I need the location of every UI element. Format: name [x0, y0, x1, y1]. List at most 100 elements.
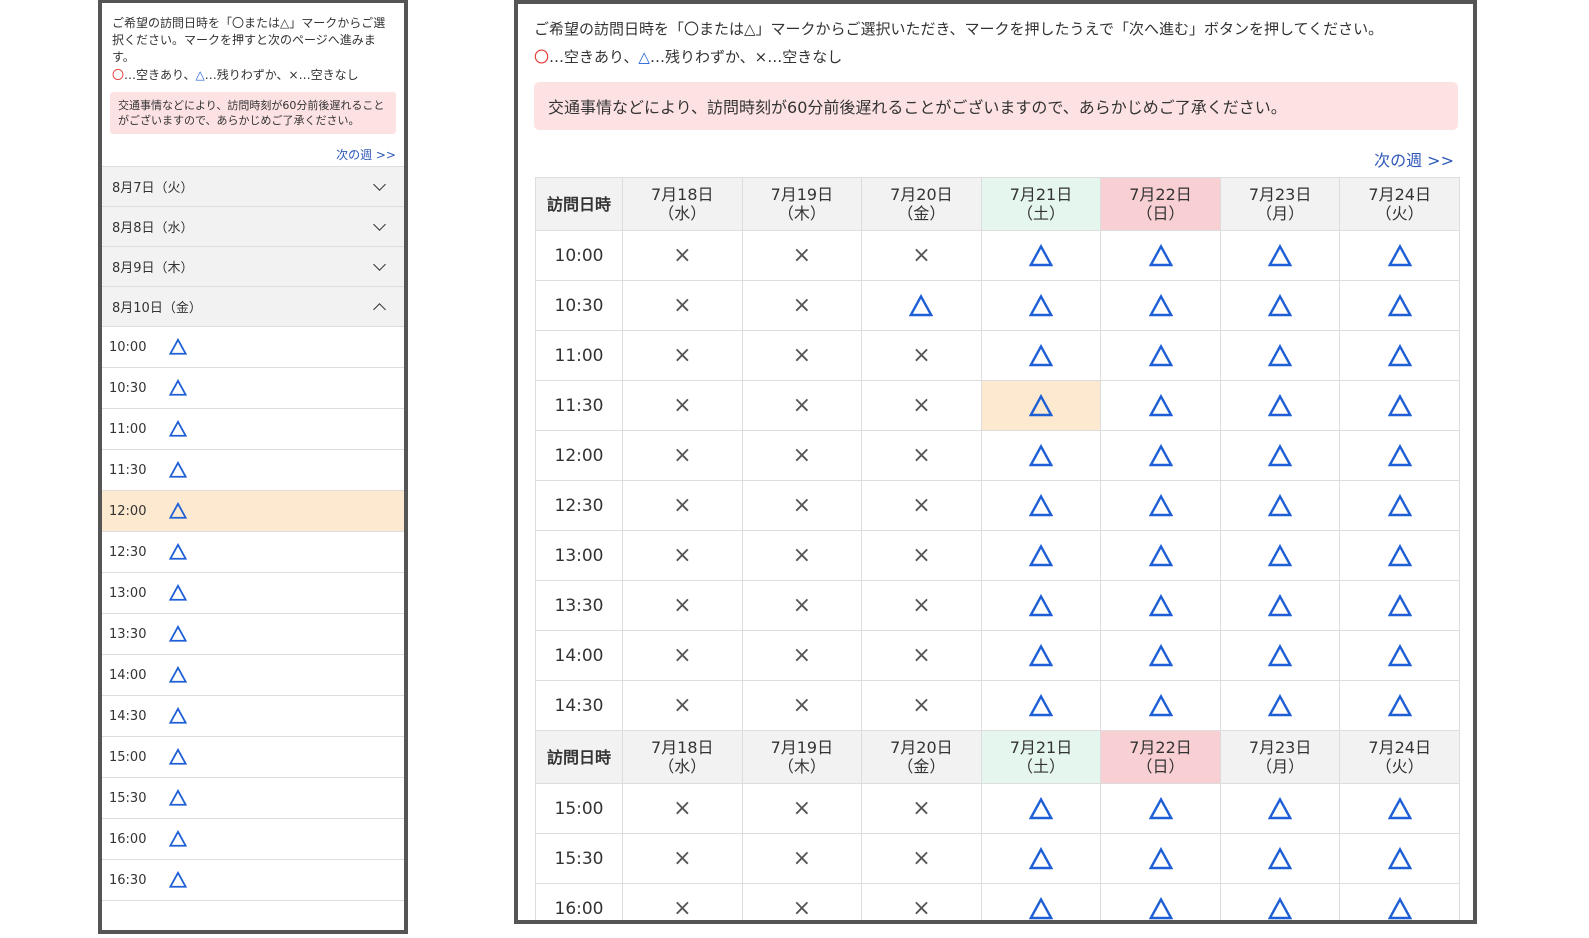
triangle-availability-icon[interactable]	[1387, 493, 1412, 518]
availability-cell[interactable]	[1339, 330, 1460, 381]
time-slot-row[interactable]: 14:00	[102, 655, 404, 696]
triangle-availability-icon[interactable]	[1387, 693, 1412, 718]
triangle-availability-icon[interactable]	[169, 338, 187, 356]
triangle-availability-icon[interactable]	[1268, 643, 1293, 668]
triangle-availability-icon[interactable]	[1387, 846, 1412, 871]
triangle-availability-icon[interactable]	[1148, 543, 1173, 568]
triangle-availability-icon[interactable]	[1028, 343, 1053, 368]
triangle-availability-icon[interactable]	[1028, 543, 1053, 568]
triangle-availability-icon[interactable]	[1387, 343, 1412, 368]
availability-cell[interactable]	[1219, 833, 1341, 884]
availability-cell[interactable]	[1339, 580, 1460, 631]
triangle-availability-icon[interactable]	[169, 666, 187, 684]
availability-cell[interactable]	[1100, 883, 1221, 921]
triangle-availability-icon[interactable]	[1148, 393, 1173, 418]
triangle-availability-icon[interactable]	[1028, 896, 1053, 921]
availability-cell[interactable]	[980, 883, 1102, 921]
availability-cell[interactable]	[980, 630, 1102, 681]
triangle-availability-icon[interactable]	[169, 789, 187, 807]
triangle-availability-icon[interactable]	[1268, 393, 1293, 418]
triangle-availability-icon[interactable]	[1148, 846, 1173, 871]
time-slot-row[interactable]: 16:00	[102, 819, 404, 860]
availability-cell[interactable]	[1100, 480, 1221, 531]
triangle-availability-icon[interactable]	[1148, 896, 1173, 921]
availability-cell[interactable]	[1219, 630, 1341, 681]
availability-cell[interactable]	[1100, 380, 1221, 431]
time-slot-row[interactable]: 10:00	[102, 327, 404, 368]
triangle-availability-icon[interactable]	[169, 543, 187, 561]
availability-cell[interactable]	[1339, 430, 1460, 481]
availability-cell[interactable]	[1339, 480, 1460, 531]
triangle-availability-icon[interactable]	[1387, 293, 1412, 318]
availability-cell[interactable]	[980, 680, 1102, 731]
availability-cell[interactable]	[1219, 230, 1341, 281]
availability-cell[interactable]	[1100, 330, 1221, 381]
triangle-availability-icon[interactable]	[1028, 443, 1053, 468]
availability-cell[interactable]	[980, 480, 1102, 531]
triangle-availability-icon[interactable]	[169, 871, 187, 889]
triangle-availability-icon[interactable]	[169, 461, 187, 479]
availability-cell[interactable]	[980, 280, 1102, 331]
triangle-availability-icon[interactable]	[1028, 393, 1053, 418]
triangle-availability-icon[interactable]	[1387, 796, 1412, 821]
availability-cell[interactable]	[1339, 783, 1460, 834]
availability-cell[interactable]	[1339, 380, 1460, 431]
triangle-availability-icon[interactable]	[169, 420, 187, 438]
day-accordion-header[interactable]: 8月10日（金）	[102, 286, 404, 326]
availability-cell[interactable]	[1100, 280, 1221, 331]
triangle-availability-icon[interactable]	[1268, 693, 1293, 718]
triangle-availability-icon[interactable]	[1028, 846, 1053, 871]
time-slot-row[interactable]: 15:30	[102, 778, 404, 819]
availability-cell[interactable]	[980, 230, 1102, 281]
triangle-availability-icon[interactable]	[169, 830, 187, 848]
triangle-availability-icon[interactable]	[1148, 443, 1173, 468]
triangle-availability-icon[interactable]	[169, 379, 187, 397]
availability-cell[interactable]	[1339, 833, 1460, 884]
time-slot-row[interactable]: 13:30	[102, 614, 404, 655]
time-slot-row[interactable]: 12:30	[102, 532, 404, 573]
availability-cell[interactable]	[1219, 430, 1341, 481]
time-slot-row[interactable]: 12:00	[102, 491, 404, 532]
time-slot-row[interactable]: 16:30	[102, 860, 404, 901]
triangle-availability-icon[interactable]	[1028, 796, 1053, 821]
availability-cell[interactable]	[1219, 330, 1341, 381]
triangle-availability-icon[interactable]	[1268, 543, 1293, 568]
availability-cell[interactable]	[980, 430, 1102, 481]
time-slot-row[interactable]: 10:30	[102, 368, 404, 409]
triangle-availability-icon[interactable]	[1387, 393, 1412, 418]
availability-cell[interactable]	[1219, 580, 1341, 631]
availability-cell[interactable]	[1219, 280, 1341, 331]
availability-cell[interactable]	[1219, 783, 1341, 834]
triangle-availability-icon[interactable]	[1148, 293, 1173, 318]
triangle-availability-icon[interactable]	[1268, 293, 1293, 318]
triangle-availability-icon[interactable]	[1028, 593, 1053, 618]
time-slot-row[interactable]: 15:00	[102, 737, 404, 778]
availability-cell[interactable]	[980, 530, 1102, 581]
triangle-availability-icon[interactable]	[1028, 693, 1053, 718]
availability-cell[interactable]	[1339, 530, 1460, 581]
triangle-availability-icon[interactable]	[169, 584, 187, 602]
availability-cell[interactable]	[1219, 480, 1341, 531]
triangle-availability-icon[interactable]	[1148, 593, 1173, 618]
triangle-availability-icon[interactable]	[169, 748, 187, 766]
availability-cell[interactable]	[1100, 680, 1221, 731]
triangle-availability-icon[interactable]	[1028, 243, 1053, 268]
triangle-availability-icon[interactable]	[1028, 643, 1053, 668]
triangle-availability-icon[interactable]	[909, 293, 934, 318]
availability-cell[interactable]	[1219, 883, 1341, 920]
day-accordion-header[interactable]: 8月8日（水）	[102, 206, 404, 246]
availability-cell[interactable]	[980, 330, 1102, 381]
time-slot-row[interactable]: 11:00	[102, 409, 404, 450]
availability-cell[interactable]	[1100, 630, 1221, 681]
triangle-availability-icon[interactable]	[1268, 443, 1293, 468]
triangle-availability-icon[interactable]	[1387, 243, 1412, 268]
day-accordion-header[interactable]: 8月7日（火）	[102, 166, 404, 206]
availability-cell[interactable]	[1100, 430, 1221, 481]
triangle-availability-icon[interactable]	[1387, 543, 1412, 568]
triangle-availability-icon[interactable]	[1268, 243, 1293, 268]
availability-cell[interactable]	[1339, 280, 1460, 331]
mobile-next-week-link[interactable]: 次の週 >>	[102, 134, 404, 166]
availability-cell[interactable]	[1219, 680, 1341, 731]
availability-cell[interactable]	[1219, 530, 1341, 581]
triangle-availability-icon[interactable]	[169, 625, 187, 643]
